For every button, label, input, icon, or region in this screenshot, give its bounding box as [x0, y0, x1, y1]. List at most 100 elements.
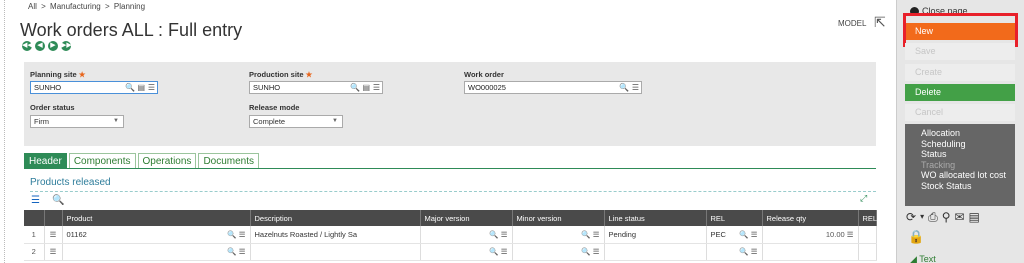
- document-icon[interactable]: ▤: [969, 210, 980, 225]
- search-icon[interactable]: 🔍: [125, 82, 135, 93]
- last-record-icon[interactable]: ▶▶: [61, 41, 72, 51]
- col-header-release-qty[interactable]: Release qty: [762, 210, 859, 226]
- list-icon[interactable]: ☰: [373, 82, 380, 93]
- search-icon[interactable]: 🔍 ☰: [227, 247, 245, 256]
- delete-button[interactable]: Delete: [905, 84, 1015, 101]
- breadcrumb-item-manufacturing[interactable]: Manufacturing: [50, 2, 101, 11]
- breadcrumb-item-planning[interactable]: Planning: [114, 2, 145, 11]
- col-header-line-status[interactable]: Line status: [604, 210, 707, 226]
- lock-icon[interactable]: 🔒: [908, 229, 924, 245]
- cell-rel-2[interactable]: [858, 243, 877, 261]
- left-edge: [0, 0, 5, 263]
- sidebar-icon-row: ⟳ ▾ ⎙ ⚲ ✉ ▤: [906, 210, 980, 225]
- mouse-cursor-icon: ⇱: [874, 14, 886, 30]
- products-grid: Product Description Major version Minor …: [24, 210, 877, 261]
- col-header-major-version[interactable]: Major version: [420, 210, 513, 226]
- cell-description[interactable]: [250, 243, 421, 261]
- picker-icon[interactable]: ▤: [362, 82, 370, 93]
- order-status-label: Order status: [30, 103, 75, 112]
- search-icon[interactable]: 🔍 ☰: [739, 230, 757, 239]
- cell-minor-version[interactable]: 🔍 ☰: [512, 226, 605, 244]
- tab-header[interactable]: Header: [24, 153, 67, 168]
- breadcrumb: All > Manufacturing > Planning: [28, 2, 147, 11]
- action-tracking[interactable]: Tracking: [921, 160, 1015, 171]
- work-order-field[interactable]: WO000025 🔍 ☰: [464, 81, 642, 94]
- work-order-label: Work order: [464, 70, 504, 79]
- action-stock-status[interactable]: Stock Status: [921, 181, 1015, 192]
- action-wo-allocated-lot-cost[interactable]: WO allocated lot cost: [921, 170, 1015, 181]
- planning-site-field[interactable]: SUNHO 🔍 ▤ ☰: [30, 81, 158, 94]
- search-icon[interactable]: 🔍 ☰: [581, 247, 599, 256]
- cell-rel-2[interactable]: [858, 226, 877, 244]
- order-status-select[interactable]: Firm ▼: [30, 115, 124, 128]
- production-site-field[interactable]: SUNHO 🔍 ▤ ☰: [249, 81, 383, 94]
- grid-search-icon[interactable]: 🔍: [52, 195, 64, 206]
- cell-rel[interactable]: PEC 🔍 ☰: [706, 226, 763, 244]
- cell-major-version[interactable]: 🔍 ☰: [420, 243, 513, 261]
- text-section-toggle[interactable]: ◢ Text: [910, 254, 936, 263]
- breadcrumb-sep: >: [41, 2, 46, 11]
- table-row[interactable]: 1 ☰ 01162 🔍 ☰ Hazelnuts Roasted / Lightly…: [24, 226, 877, 244]
- next-record-icon[interactable]: ▶: [48, 41, 58, 51]
- search-icon[interactable]: 🔍 ☰: [227, 230, 245, 239]
- section-divider: [30, 191, 876, 192]
- tab-components[interactable]: Components: [68, 153, 136, 168]
- header-form-panel: Planning site ★ SUNHO 🔍 ▤ ☰ Production si…: [24, 62, 876, 146]
- tab-operations[interactable]: Operations: [137, 153, 197, 168]
- cell-major-version[interactable]: 🔍 ☰: [420, 226, 513, 244]
- search-icon[interactable]: 🔍 ☰: [581, 230, 599, 239]
- chevron-down-icon: ▼: [113, 118, 119, 124]
- col-header-icon: [44, 210, 63, 226]
- print-icon[interactable]: ⎙: [928, 210, 938, 225]
- tab-documents[interactable]: Documents: [198, 153, 260, 168]
- col-header-description[interactable]: Description: [250, 210, 421, 226]
- cell-rel[interactable]: 🔍 ☰: [706, 243, 763, 261]
- save-button[interactable]: Save: [905, 43, 1015, 60]
- search-icon[interactable]: 🔍: [619, 82, 629, 93]
- cell-release-qty[interactable]: [762, 243, 859, 261]
- col-header-product[interactable]: Product: [62, 210, 251, 226]
- cell-line-status[interactable]: Pending: [604, 226, 707, 244]
- refresh-icon[interactable]: ⟳: [906, 210, 916, 225]
- create-button[interactable]: Create: [905, 64, 1015, 81]
- chevron-down-icon[interactable]: ▾: [920, 210, 924, 225]
- model-label[interactable]: MODEL: [838, 19, 866, 28]
- attachment-icon[interactable]: ⚲: [942, 210, 951, 225]
- table-row[interactable]: 2 ☰ 🔍 ☰ 🔍 ☰ 🔍 ☰ 🔍 ☰: [24, 243, 877, 261]
- row-detail-icon[interactable]: ☰: [44, 243, 63, 261]
- action-scheduling[interactable]: Scheduling: [921, 139, 1015, 150]
- cancel-button[interactable]: Cancel: [905, 104, 1015, 121]
- release-mode-select[interactable]: Complete ▼: [249, 115, 343, 128]
- cell-product[interactable]: 🔍 ☰: [62, 243, 251, 261]
- grid-toolbar: ☰ 🔍: [31, 195, 64, 206]
- search-icon[interactable]: 🔍 ☰: [739, 247, 757, 256]
- grid-list-icon[interactable]: ☰: [31, 195, 40, 206]
- cell-minor-version[interactable]: 🔍 ☰: [512, 243, 605, 261]
- actions-panel: Allocation Scheduling Status Tracking WO…: [905, 124, 1015, 206]
- col-header-minor-version[interactable]: Minor version: [512, 210, 605, 226]
- cell-product[interactable]: 01162 🔍 ☰: [62, 226, 251, 244]
- row-detail-icon[interactable]: ☰: [44, 226, 63, 244]
- list-icon[interactable]: ☰: [847, 230, 854, 239]
- list-icon[interactable]: ☰: [632, 82, 639, 93]
- picker-icon[interactable]: ▤: [137, 82, 145, 93]
- action-status[interactable]: Status: [921, 149, 1015, 160]
- expand-icon[interactable]: ⤢: [860, 193, 867, 204]
- comment-icon[interactable]: ✉: [954, 210, 964, 225]
- search-icon[interactable]: 🔍 ☰: [489, 247, 507, 256]
- search-icon[interactable]: 🔍: [350, 82, 360, 93]
- breadcrumb-sep: >: [104, 2, 110, 11]
- cell-description[interactable]: Hazelnuts Roasted / Lightly Sa: [250, 226, 421, 244]
- cell-release-qty[interactable]: 10.00 ☰: [762, 226, 859, 244]
- list-icon[interactable]: ☰: [148, 82, 155, 93]
- first-record-icon[interactable]: ◀◀: [22, 41, 33, 51]
- cell-line-status[interactable]: [604, 243, 707, 261]
- col-header-rel-2[interactable]: REL: [858, 210, 877, 226]
- search-icon[interactable]: 🔍 ☰: [489, 230, 507, 239]
- previous-record-icon[interactable]: ◀: [35, 41, 45, 51]
- action-allocation[interactable]: Allocation: [921, 128, 1015, 139]
- row-number: 2: [24, 243, 45, 261]
- col-header-rel[interactable]: REL: [706, 210, 763, 226]
- page-title: Work orders ALL : Full entry: [20, 20, 243, 40]
- breadcrumb-item-all[interactable]: All: [28, 2, 37, 11]
